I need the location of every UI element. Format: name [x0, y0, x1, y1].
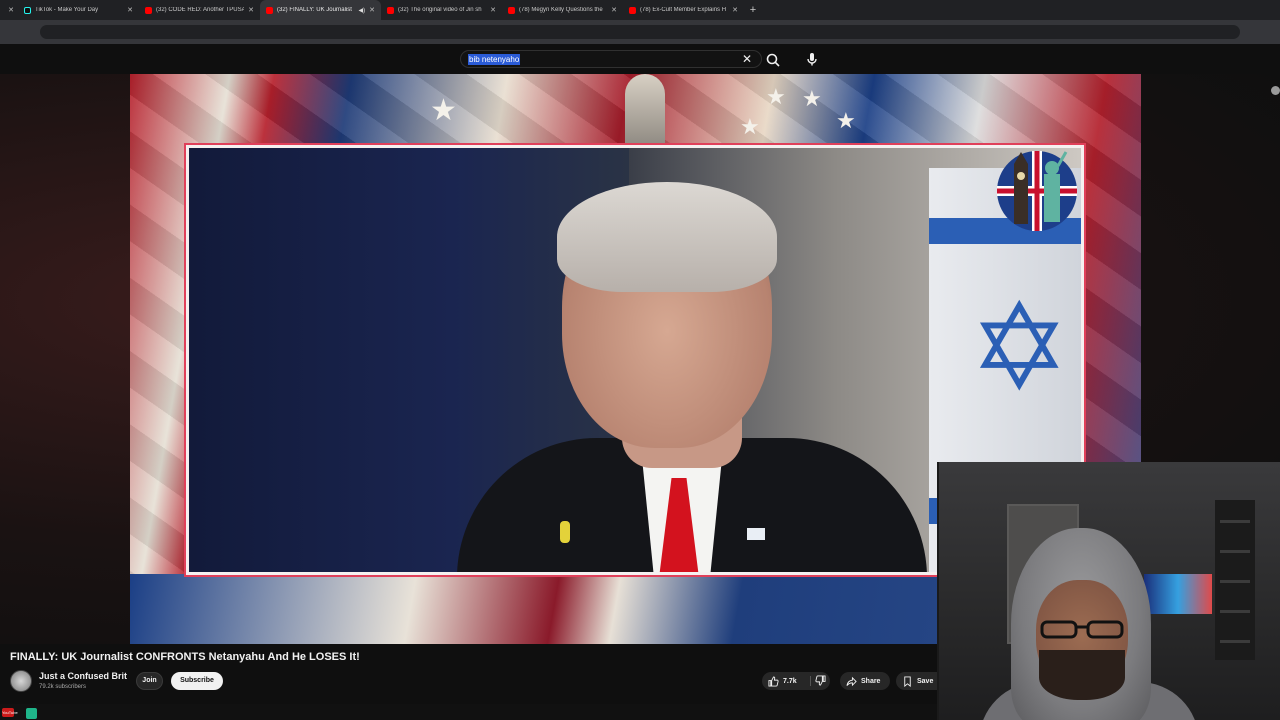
- bookmark-icon: [904, 675, 911, 687]
- bottom-taskbar: [0, 704, 937, 720]
- flag-star-icon: ★: [430, 94, 457, 127]
- youtube-icon: [629, 6, 636, 14]
- tiktok-icon: [24, 6, 31, 14]
- browser-tab[interactable]: TikTok - Make Your Day ✕: [18, 0, 139, 20]
- thumbs-down-icon: [815, 675, 826, 686]
- tab-title: (32) CODE RED: Another TPUSA: [156, 7, 245, 13]
- youtube-icon: [266, 6, 273, 14]
- flag-star-icon: ★: [766, 84, 786, 109]
- channel-name[interactable]: Just a Confused Brit: [39, 671, 127, 681]
- flag-star-icon: ★: [802, 86, 822, 111]
- webcam-overlay: [937, 462, 1280, 720]
- yellow-ribbon-pin: [560, 521, 570, 543]
- tab-title: (32) The original video of Jin sh: [398, 7, 482, 13]
- close-tab-icon[interactable]: ✕: [369, 6, 375, 14]
- search-icon: [766, 53, 780, 67]
- flag-lapel-pin: [747, 528, 765, 540]
- search-input[interactable]: bib netenyaho ✕: [460, 50, 762, 68]
- browser-tab[interactable]: (78) Megyn Kelly Questions the ✕: [502, 0, 623, 20]
- tab-title: (32) FINALLY: UK Journalist: [277, 7, 352, 13]
- like-button[interactable]: 7.7k: [762, 675, 797, 687]
- channel-avatar[interactable]: [10, 670, 32, 692]
- close-tab-icon[interactable]: ✕: [127, 6, 133, 14]
- subscribe-button[interactable]: Subscribe: [171, 672, 223, 690]
- close-tab-icon[interactable]: ✕: [732, 6, 738, 14]
- background-monitor: [1144, 574, 1212, 614]
- youtube-icon: [508, 6, 515, 14]
- like-divider: [810, 676, 811, 686]
- microphone-icon: [807, 53, 817, 66]
- speaker-icon[interactable]: ◀): [359, 7, 366, 14]
- video-subject: [447, 182, 927, 572]
- flag-star-icon: ★: [740, 114, 760, 139]
- share-icon: [846, 676, 857, 686]
- channel-logo-badge: [997, 151, 1077, 231]
- like-count: 7.7k: [783, 677, 797, 685]
- youtube-tray-label: YouTube: [2, 710, 18, 715]
- app-tray-icon[interactable]: [26, 708, 37, 719]
- new-tab-button[interactable]: +: [744, 4, 762, 16]
- browser-tab[interactable]: (32) FINALLY: UK Journalist ◀) ✕: [260, 0, 381, 20]
- browser-tab[interactable]: ✕: [0, 0, 18, 20]
- search-query-text[interactable]: bib netenyaho: [468, 54, 521, 65]
- browser-tab[interactable]: (32) The original video of Jin sh ✕: [381, 0, 502, 20]
- screen: ✕ TikTok - Make Your Day ✕ (32) CODE RED: A…: [0, 0, 1280, 720]
- tab-title: (78) Megyn Kelly Questions the: [519, 7, 603, 13]
- youtube-tray-icon[interactable]: YouTube: [2, 708, 18, 717]
- search-button[interactable]: [765, 52, 781, 68]
- tab-title: (78) Ex-Cult Member Explains H: [640, 7, 727, 13]
- tab-title: TikTok - Make Your Day: [35, 7, 99, 13]
- join-button[interactable]: Join: [136, 672, 163, 690]
- scroll-indicator[interactable]: [1271, 86, 1280, 95]
- close-tab-icon[interactable]: ✕: [490, 6, 496, 14]
- save-button[interactable]: Save: [896, 672, 937, 690]
- close-tab-icon[interactable]: ✕: [611, 6, 617, 14]
- browser-toolbar: [0, 20, 1280, 44]
- streamer-beard: [1039, 650, 1125, 700]
- save-label: Save: [917, 677, 934, 685]
- star-of-david-icon: ✡: [969, 281, 1070, 415]
- close-tab-icon[interactable]: ✕: [8, 6, 14, 14]
- browser-tab-strip: ✕ TikTok - Make Your Day ✕ (32) CODE RED: A…: [0, 0, 1280, 20]
- bookshelf: [1215, 500, 1255, 660]
- share-button[interactable]: Share: [840, 672, 890, 690]
- youtube-icon: [145, 6, 152, 14]
- browser-tab[interactable]: (32) CODE RED: Another TPUSA ✕: [139, 0, 260, 20]
- flag-star-icon: ★: [836, 108, 856, 133]
- dislike-button[interactable]: [815, 675, 826, 688]
- address-bar[interactable]: [40, 25, 1240, 39]
- close-tab-icon[interactable]: ✕: [248, 6, 254, 14]
- like-dislike-group: 7.7k: [762, 672, 830, 690]
- clear-search-icon[interactable]: ✕: [742, 52, 752, 66]
- capitol-dome-graphic: [625, 74, 665, 146]
- glasses-graphic: [1040, 620, 1124, 639]
- youtube-header: bib netenyaho ✕: [0, 44, 1280, 74]
- voice-search-button[interactable]: [804, 51, 820, 67]
- video-title: FINALLY: UK Journalist CONFRONTS Netanya…: [10, 651, 360, 663]
- youtube-icon: [387, 6, 394, 14]
- subscriber-count: 79.2k subscribers: [39, 684, 87, 690]
- thumbs-up-icon: [768, 675, 779, 687]
- browser-tab[interactable]: (78) Ex-Cult Member Explains H ✕: [623, 0, 744, 20]
- share-label: Share: [861, 677, 881, 685]
